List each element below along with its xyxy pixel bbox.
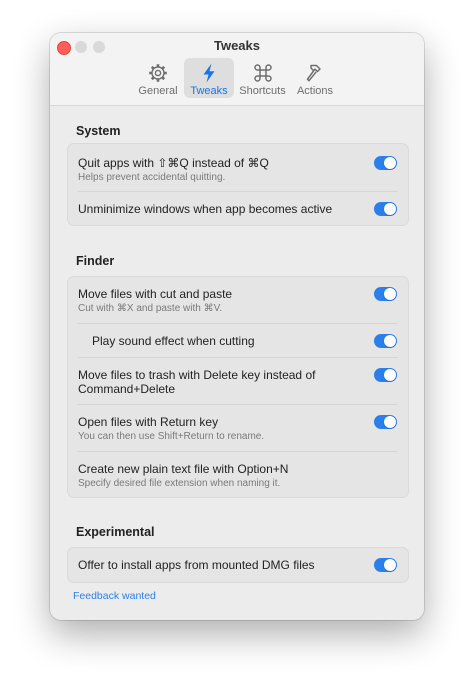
play-sound-toggle[interactable] [374, 334, 397, 348]
setting-label: Move files with cut and paste [78, 287, 233, 301]
dmg-install-toggle[interactable] [374, 558, 397, 572]
gear-icon [136, 62, 180, 84]
delete-key-trash-toggle[interactable] [374, 368, 397, 382]
hammer-icon [292, 62, 338, 84]
setting-unminimize-windows: Unminimize windows when app becomes acti… [68, 192, 408, 225]
unminimize-windows-toggle[interactable] [374, 202, 397, 216]
tab-tweaks-label: Tweaks [190, 85, 228, 97]
title-bar: Tweaks General Tweaks Shortcuts Actions [50, 33, 424, 106]
tab-general-label: General [138, 85, 178, 97]
setting-play-sound: Play sound effect when cutting [68, 324, 408, 357]
tab-shortcuts[interactable]: Shortcuts [237, 58, 288, 98]
setting-new-text-file[interactable]: Create new plain text file with Option+N… [68, 452, 408, 497]
tweaks-window: Tweaks General Tweaks Shortcuts Actions … [50, 33, 424, 620]
lightning-bolt-icon [184, 62, 234, 84]
setting-cut-and-paste: Move files with cut and paste Cut with ⌘… [68, 277, 408, 323]
setting-description: You can then use Shift+Return to rename. [78, 431, 265, 442]
finder-settings-group: Move files with cut and paste Cut with ⌘… [67, 276, 409, 498]
setting-description: Cut with ⌘X and paste with ⌘V. [78, 303, 223, 314]
setting-label-line-1: Move files to trash with Delete key inst… [78, 368, 316, 382]
setting-label: Offer to install apps from mounted DMG f… [78, 558, 315, 572]
setting-label: Open files with Return key [78, 415, 219, 429]
setting-dmg-install: Offer to install apps from mounted DMG f… [68, 548, 408, 582]
cut-and-paste-toggle[interactable] [374, 287, 397, 301]
setting-label: Quit apps with ⇧⌘Q instead of ⌘Q [78, 156, 269, 170]
tab-shortcuts-label: Shortcuts [239, 85, 286, 97]
window-title: Tweaks [213, 38, 260, 53]
tab-general[interactable]: General [136, 58, 180, 98]
command-key-icon [237, 62, 288, 84]
system-settings-group: Quit apps with ⇧⌘Q instead of ⌘Q Helps p… [67, 143, 409, 226]
tab-tweaks[interactable]: Tweaks [184, 58, 234, 98]
tab-actions[interactable]: Actions [292, 58, 338, 98]
setting-return-key-open: Open files with Return key You can then … [68, 405, 408, 451]
feedback-link[interactable]: Feedback wanted [73, 590, 156, 602]
experimental-settings-group: Offer to install apps from mounted DMG f… [67, 547, 409, 583]
setting-description: Helps prevent accidental quitting. [78, 172, 226, 183]
setting-delete-key-trash: Move files to trash with Delete key inst… [68, 358, 408, 404]
setting-description: Specify desired file extension when nami… [78, 478, 281, 489]
setting-quit-apps: Quit apps with ⇧⌘Q instead of ⌘Q Helps p… [68, 144, 408, 190]
quit-apps-toggle[interactable] [374, 156, 397, 170]
setting-label: Play sound effect when cutting [92, 334, 255, 348]
section-title-finder: Finder [76, 254, 115, 268]
section-title-experimental: Experimental [76, 525, 155, 539]
setting-label: Unminimize windows when app becomes acti… [78, 202, 333, 216]
section-title-system: System [76, 124, 121, 138]
return-key-open-toggle[interactable] [374, 415, 397, 429]
setting-label: Create new plain text file with Option+N [78, 462, 289, 476]
tab-actions-label: Actions [296, 85, 334, 97]
setting-label-line-2: Command+Delete [78, 382, 176, 396]
